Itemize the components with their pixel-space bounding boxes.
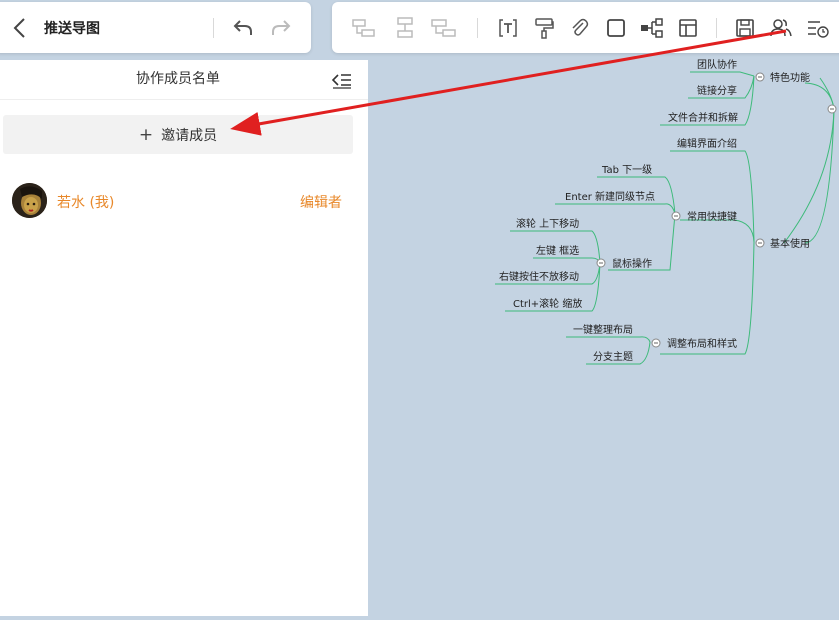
panel-header: 协作成员名单 [0,60,368,100]
page-title: 推送导图 [44,21,100,37]
structure-icon[interactable] [637,2,667,53]
history-list-icon[interactable] [803,2,833,53]
mindmap-node[interactable]: 鼠标操作 [612,257,652,270]
format-painter-icon[interactable] [529,2,559,53]
member-row: 若水 (我) 编辑者 [12,183,356,219]
add-sibling-topic-icon[interactable] [390,2,420,53]
layout-icon[interactable] [673,2,703,53]
back-icon[interactable] [10,16,30,40]
mindmap-node[interactable]: 右键按住不放移动 [499,270,579,283]
attachment-icon[interactable] [564,2,594,53]
mindmap-node[interactable]: 文件合并和拆解 [668,111,738,124]
add-child-topic-icon[interactable] [349,2,379,53]
mindmap-node[interactable]: 编辑界面介绍 [677,137,737,150]
mindmap-node[interactable]: 左键 框选 [536,244,579,257]
divider [213,18,214,38]
mindmap-node[interactable]: 滚轮 上下移动 [516,217,579,230]
member-role[interactable]: 编辑者 [300,192,342,212]
border-box-icon[interactable] [601,2,631,53]
invite-member-button[interactable]: + 邀请成员 [3,115,353,154]
mindmap-node[interactable]: 一键整理布局 [573,323,633,336]
mindmap-node[interactable]: Ctrl+滚轮 缩放 [513,297,582,310]
plus-icon: + [138,124,154,145]
mindmap-node[interactable]: 特色功能 [770,71,810,84]
save-icon[interactable] [730,2,760,53]
panel-title: 协作成员名单 [136,71,220,87]
invite-member-label: 邀请成员 [161,127,218,144]
divider [477,18,478,38]
mindmap-node[interactable]: 分支主题 [593,351,633,363]
mindmap-node[interactable]: 团队协作 [697,58,737,71]
member-name: 若水 (我) [57,195,115,211]
collaborators-panel: 协作成员名单 + 邀请成员 若水 (我) 编辑者 [0,60,368,616]
mindmap-node[interactable]: 调整布局和样式 [667,337,737,350]
toolbar [332,2,839,53]
title-bar: 推送导图 [0,2,311,53]
collaborators-icon[interactable] [766,2,796,53]
undo-icon[interactable] [232,16,254,38]
mindmap-node[interactable]: 链接分享 [697,84,737,97]
add-parent-topic-icon[interactable] [429,2,459,53]
divider [716,18,717,38]
mindmap-node[interactable]: 基本使用 [770,237,810,250]
collapse-panel-icon[interactable] [331,70,353,90]
redo-icon[interactable] [270,16,292,38]
text-icon[interactable] [493,2,523,53]
mindmap-canvas[interactable]: 团队协作 特色功能 链接分享 文件合并和拆解 编辑界面介绍 Tab 下一级 En… [368,53,839,616]
avatar [12,183,47,218]
mindmap-node[interactable]: Tab 下一级 [601,164,652,176]
mindmap-node[interactable]: Enter 新建同级节点 [565,190,655,203]
mindmap-node[interactable]: 常用快捷键 [687,210,737,223]
